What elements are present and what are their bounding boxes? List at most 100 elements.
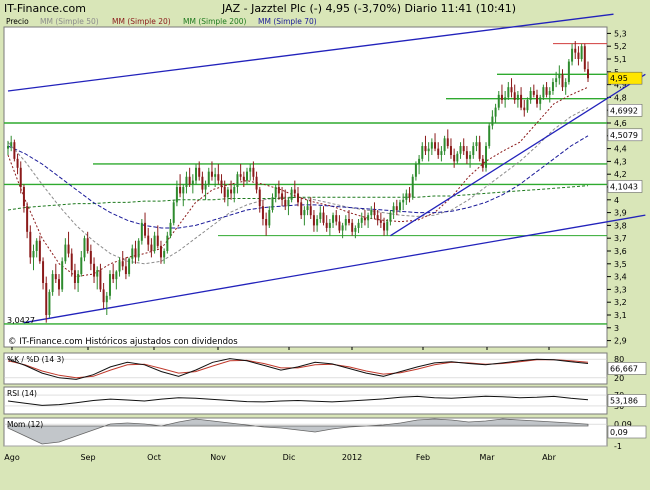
candle-body [83,238,86,258]
candle-body [89,251,92,264]
candle-body [367,215,370,221]
candle-body [112,274,115,280]
y-tick-label: 4 [614,196,619,205]
candle-body [252,167,255,177]
candle-body [131,248,134,259]
candle-body [386,221,389,231]
candle-body [363,217,366,221]
candle-body [64,244,67,262]
candle-body [481,158,484,168]
candle-body [536,94,539,104]
candle-body [497,94,500,108]
candle-body [456,153,459,162]
candle-body [332,215,335,223]
indicator-label: %K / %D (14 3) [7,355,64,364]
candle-body [191,180,194,185]
candle-body [220,180,223,187]
candle-body [201,176,204,190]
y-tick-label: 3 [614,324,619,333]
candle-body [421,146,424,159]
y-tick-label: 3,5 [614,260,627,269]
candle-body [338,221,341,231]
candle-body [389,212,392,222]
candle-body [105,295,108,303]
y-tick-label: 4,3 [614,157,627,166]
candle-body [293,189,296,194]
candle-body [488,125,491,147]
candle-body [443,138,446,152]
candle-body [383,222,386,231]
candle-body [166,235,169,251]
candle-body [140,222,143,241]
candle-body [341,225,344,231]
candle-body [379,220,382,223]
candle-body [351,222,354,232]
candle-body [233,187,236,194]
candle-body [61,261,64,290]
candle-body [392,206,395,213]
candle-body [513,92,516,100]
y-tick-label: 4,2 [614,170,627,179]
candle-body [500,94,503,100]
candle-body [325,222,328,228]
month-label: Dic [283,453,296,462]
candle-body [38,240,41,262]
candle-body [175,187,178,203]
candle-body [411,176,414,198]
price-chart: 5,35,25,154,94,84,74,64,54,44,34,24,143,… [3,13,647,462]
candle-body [418,158,421,164]
candle-body [306,206,309,211]
candle-body [529,91,532,100]
candle-body [137,240,140,258]
y-tick-label: 5,1 [614,55,627,64]
candle-body [153,235,156,251]
candle-body [344,219,347,226]
candle-body [10,142,13,147]
watermark-text: © IT-Finance.com Históricos ajustados co… [8,336,238,347]
candle-body [93,263,96,277]
candle-body [230,189,233,194]
candle-body [523,107,526,111]
candle-body [42,261,45,283]
candle-body [398,202,401,211]
candle-body [45,283,48,315]
candle-body [281,193,284,200]
y-tick-label: 3,4 [614,273,627,282]
candle-body [32,251,35,258]
y-tick-label: 5,3 [614,29,627,38]
candle-body [395,206,398,211]
candle-body [258,189,261,207]
candle-body [239,174,242,177]
candle-body [587,69,589,79]
candle-body [195,167,198,181]
candle-body [354,227,357,232]
month-label: Abr [542,453,557,462]
candle-body [577,52,580,59]
candle-body [22,187,25,207]
y-tick-label: 3,8 [614,221,627,230]
candle-body [405,193,408,200]
indicator-tick-label: 20 [614,374,624,383]
y-tick-label: 3,1 [614,311,627,320]
candle-body [96,270,99,277]
candle-body [159,245,162,258]
candle-body [210,171,213,177]
candle-body [370,210,373,216]
candle-body [277,187,280,194]
candle-body [532,91,535,95]
candle-body [19,167,22,187]
candle-body [67,244,70,254]
candle-body [156,235,159,246]
y-tick-label: 3,7 [614,234,627,243]
candle-body [322,212,325,223]
candle-body [494,107,497,117]
candle-body [172,202,175,223]
month-label: Ago [4,453,20,462]
indicator-value: 0,09 [610,428,628,437]
price-label: 4,1043 [610,182,638,191]
candle-body [462,146,465,152]
candle-body [249,167,252,172]
candle-body [376,215,379,221]
candle-body [551,82,554,91]
price-label: 4,6992 [610,106,638,115]
